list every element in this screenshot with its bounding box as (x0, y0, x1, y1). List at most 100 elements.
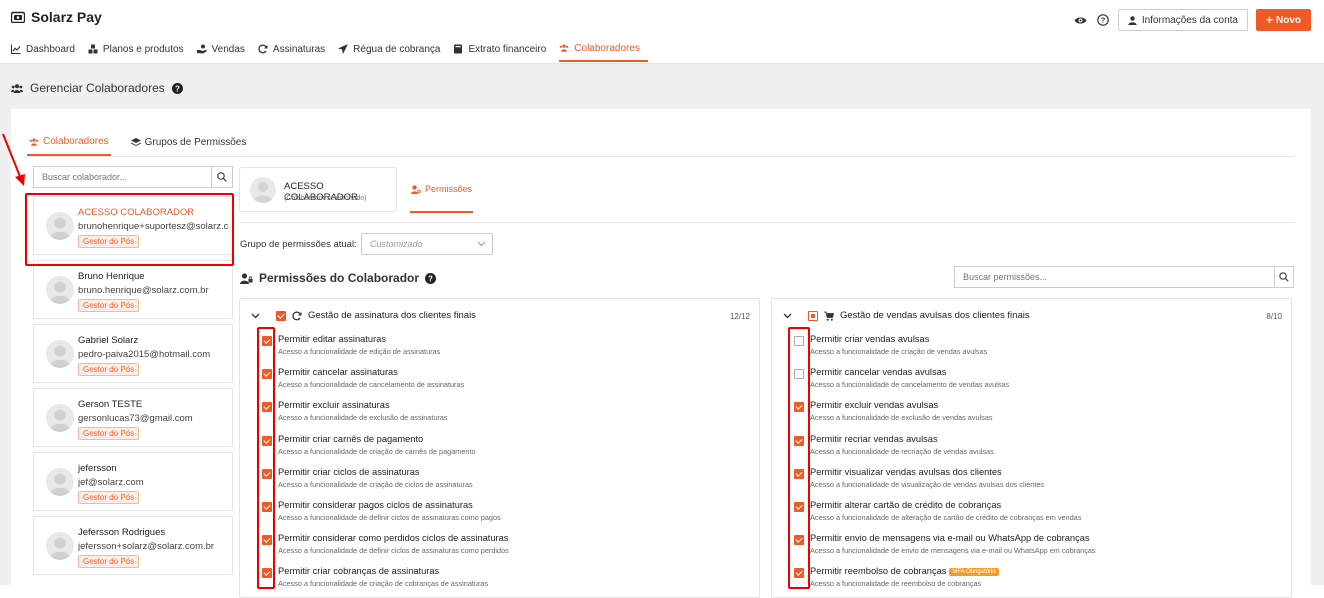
avatar (46, 276, 74, 304)
permissions-search (954, 266, 1294, 288)
list-item[interactable]: jefersson jef@solarz.com Gestor do Pós (33, 452, 233, 511)
permission-description: Acesso a funcionalidade de criação de ca… (278, 446, 476, 456)
group-checkbox[interactable] (276, 310, 286, 321)
permission-label: Permitir excluir assinaturas (278, 400, 390, 411)
panel-header[interactable]: Gestão de assinatura dos clientes finais (251, 310, 476, 321)
chevron-down-icon[interactable] (251, 313, 260, 319)
permission-label: Permitir envio de mensagens via e-mail o… (810, 533, 1090, 544)
brand[interactable]: Solarz Pay (11, 9, 102, 25)
permission-label: Permitir visualizar vendas avulsas dos c… (810, 466, 1002, 477)
layers-icon (130, 138, 141, 146)
permission-label: Permitir cancelar vendas avulsas (810, 367, 947, 378)
avatar (46, 340, 74, 368)
avatar (250, 177, 276, 203)
group-checkbox[interactable] (808, 310, 818, 321)
help-icon[interactable]: ? (1096, 13, 1110, 27)
avatar (46, 404, 74, 432)
nav-assinaturas[interactable]: Assinaturas (258, 36, 333, 62)
nav-vendas[interactable]: Vendas (196, 36, 253, 62)
send-icon (338, 44, 349, 54)
permission-description: Acesso a funcionalidade de criação de ve… (810, 347, 988, 356)
permission-group-label: Grupo de permissões atual: (240, 239, 357, 250)
collaborator-email: jefersson+solarz@solarz.com.br (78, 541, 215, 552)
permission-label: Permitir excluir vendas avulsas (810, 400, 939, 411)
permission-label: Permitir criar vendas avulsas (810, 334, 930, 344)
highlight-box (257, 327, 275, 589)
refresh-icon (292, 310, 302, 320)
role-badge: Gestor do Pós (78, 555, 140, 568)
permission-description: Acesso a funcionalidade de cancelamento … (810, 380, 1010, 390)
top-bar: Solarz Pay Dashboard Planos e produtos Ven… (0, 0, 1324, 64)
permission-description: Acesso a funcionalidade de reembolso de … (810, 579, 982, 589)
highlight-box (25, 193, 234, 266)
tab-permissoes[interactable]: Permissões (410, 167, 474, 213)
panel-header[interactable]: Gestão de vendas avulsas dos clientes fi… (783, 310, 1030, 321)
nav-planos[interactable]: Planos e produtos (88, 36, 192, 62)
permission-label: Permitir recriar vendas avulsas (810, 433, 938, 444)
search-button[interactable] (1274, 266, 1294, 288)
list-item[interactable]: Bruno Henrique bruno.henrique@solarz.com.… (33, 260, 233, 319)
permission-description: Acesso a funcionalidade de criação de co… (278, 579, 489, 589)
account-info-button[interactable]: Informações da conta (1117, 9, 1248, 31)
permission-description: Acesso a funcionalidade de exclusão de v… (810, 413, 993, 423)
new-button[interactable]: + Novo (1255, 9, 1311, 31)
collaborator-email: pedro-paiva2015@hotmail.com (78, 349, 211, 360)
permission-description: Acesso a funcionalidade de recriação de … (810, 446, 994, 456)
svg-text:?: ? (175, 84, 180, 93)
permission-description: Acesso a funcionalidade de visualização … (810, 479, 1045, 489)
list-item[interactable]: Jefersson Rodrigues jefersson+solarz@sola… (33, 516, 233, 575)
permission-group-select[interactable]: Customizado (361, 233, 493, 255)
permission-label: Permitir alterar cartão de crédito de co… (810, 500, 1002, 510)
permission-description: Acesso a funcionalidade de definir ciclo… (278, 546, 509, 556)
nav-extrato[interactable]: Extrato financeiro (453, 36, 554, 62)
svg-text:?: ? (428, 274, 433, 283)
refresh-icon (258, 44, 268, 54)
chevron-down-icon (477, 241, 486, 247)
main-nav: Dashboard Planos e produtos Vendas Assinatu… (11, 36, 653, 64)
chevron-down-icon[interactable] (783, 313, 792, 319)
boxes-icon (88, 44, 98, 54)
nav-colaboradores[interactable]: Colaboradores (559, 36, 648, 62)
list-item[interactable]: Gabriel Solarz pedro-paiva2015@hotmail.co… (33, 324, 233, 383)
help-icon[interactable]: ? (425, 272, 437, 284)
permission-count: 12/12 (729, 312, 750, 321)
collaborator-name: Jefersson Rodrigues (78, 527, 166, 538)
permission-count: 8/10 (1266, 312, 1282, 321)
eye-icon[interactable] (1074, 13, 1088, 27)
search-button[interactable] (211, 166, 233, 188)
permission-description: Acesso a funcionalidade de criação de ci… (278, 479, 473, 489)
collaborator-name: Bruno Henrique (78, 271, 145, 282)
collaborator-name: jefersson (78, 463, 117, 474)
nav-dashboard[interactable]: Dashboard (11, 36, 83, 62)
mfa-badge: MFA Obrigatório (949, 568, 999, 577)
permission-label: Permitir criar carnês de pagamento (278, 433, 424, 444)
permission-description: Acesso a funcionalidade de edição de ass… (278, 347, 441, 356)
selected-subtitle: (Colaborador selecionado) (284, 195, 367, 202)
role-badge: Gestor do Pós (78, 299, 140, 312)
permission-description: Acesso a funcionalidade de cancelamento … (278, 380, 465, 390)
tab-grupos-permissoes[interactable]: Grupos de Permissões (129, 129, 249, 156)
svg-text:?: ? (1101, 16, 1106, 25)
user-lock-icon (240, 272, 253, 284)
collaborator-search-input[interactable] (33, 166, 211, 188)
collaborator-search (33, 166, 233, 188)
nav-regua[interactable]: Régua de cobrança (338, 36, 448, 62)
chart-icon (11, 44, 21, 54)
avatar (46, 532, 74, 560)
role-badge: Gestor do Pós (78, 427, 140, 440)
permission-description: Acesso a funcionalidade de exclusão de a… (278, 413, 448, 423)
cart-icon (824, 311, 834, 321)
user-key-icon (411, 184, 421, 194)
users-icon (11, 83, 23, 93)
help-icon[interactable]: ? (171, 82, 183, 94)
permission-description: Acesso a funcionalidade de definir ciclo… (278, 513, 501, 522)
permission-description: Acesso a funcionalidade de envio de mens… (810, 546, 1096, 556)
list-item[interactable]: Gerson TESTE gersonlucas73@gmail.com Gesto… (33, 388, 233, 447)
permission-label: Permitir criar ciclos de assinaturas (278, 466, 420, 477)
collaborator-email: bruno.henrique@solarz.com.br (78, 285, 209, 296)
users-icon (559, 43, 569, 53)
plus-icon: + (1265, 13, 1273, 27)
panel-title: Gestão de assinatura dos clientes finais (308, 310, 476, 321)
permissions-search-input[interactable] (954, 266, 1274, 288)
divider (239, 222, 1295, 223)
